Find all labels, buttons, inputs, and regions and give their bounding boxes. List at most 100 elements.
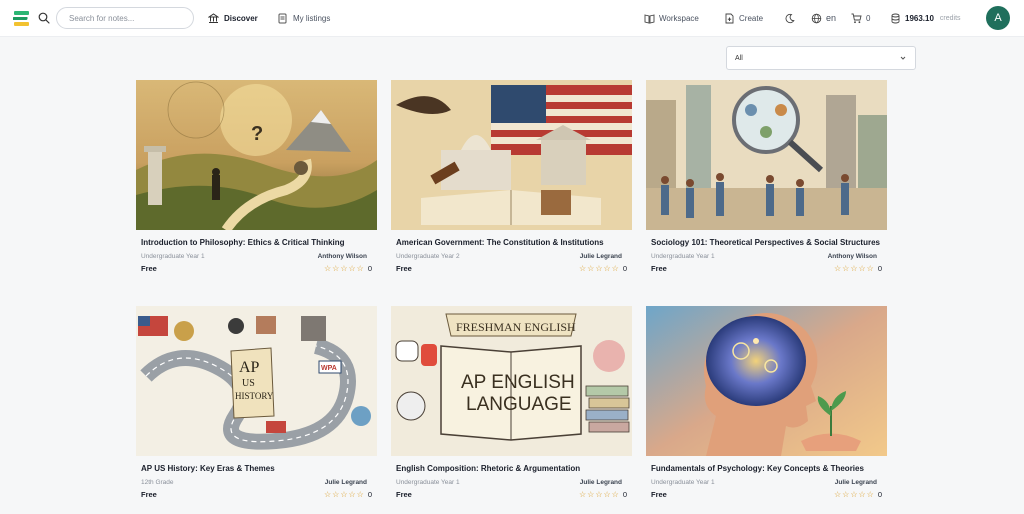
listing-card[interactable]: American Government: The Constitution & … [391, 80, 632, 273]
rating-count: 0 [622, 264, 627, 273]
category-filter-select[interactable]: All [726, 46, 916, 70]
credits-value: 1963.10 [905, 13, 934, 23]
card-title: AP US History: Key Eras & Themes [141, 464, 275, 473]
star-icon: ☆ [587, 263, 595, 273]
file-plus-icon [725, 13, 734, 23]
card-level: Undergraduate Year 1 [651, 479, 715, 486]
card-price: Free [651, 264, 667, 273]
star-icon: ☆ [595, 263, 603, 273]
star-icon: ☆ [842, 489, 850, 499]
image-text-us: US [242, 378, 255, 389]
credits-label: credits [939, 14, 961, 22]
workspace-button[interactable]: Workspace [644, 11, 699, 25]
create-label: Create [739, 13, 764, 23]
image-text-history: HISTORY [235, 391, 274, 401]
image-text-wpa: WPA [321, 365, 337, 372]
nav-discover-label: Discover [224, 13, 258, 23]
listing-card[interactable]: Sociology 101: Theoretical Perspectives … [646, 80, 887, 273]
chevron-down-icon [900, 56, 906, 60]
card-level: Undergraduate Year 1 [396, 479, 460, 486]
star-icon: ☆ [833, 489, 842, 499]
rating-count: 0 [622, 490, 627, 499]
star-icon: ☆ [578, 263, 587, 273]
philosophy-illustration: ? [136, 80, 377, 230]
star-icon: ☆ [340, 263, 348, 273]
card-price: Free [651, 490, 667, 499]
database-icon [891, 13, 900, 23]
card-rating: ☆ ☆ ☆ ☆ ☆ 0 [834, 490, 882, 499]
rating-count: 0 [367, 490, 372, 499]
listing-card[interactable]: ? Introduction to Philosophy: Ethics & C… [136, 80, 377, 273]
star-icon: ☆ [611, 263, 619, 273]
card-author[interactable]: Julie Legrand [580, 253, 622, 260]
nav-my-listings[interactable]: My listings [277, 11, 330, 25]
image-text-ap-english: AP ENGLISH [461, 372, 575, 393]
bank-icon [208, 12, 219, 23]
star-icon: ☆ [833, 263, 842, 273]
card-title: Fundamentals of Psychology: Key Concepts… [651, 464, 864, 473]
card-level: Undergraduate Year 1 [651, 253, 715, 260]
star-icon: ☆ [850, 263, 858, 273]
card-rating: ☆ ☆ ☆ ☆ ☆ 0 [324, 264, 372, 273]
document-icon [278, 13, 287, 23]
card-rating: ☆ ☆ ☆ ☆ ☆ 0 [324, 490, 372, 499]
star-icon: ☆ [340, 489, 348, 499]
star-rating-icons: ☆ ☆ ☆ ☆ ☆ [323, 489, 364, 499]
card-level: Undergraduate Year 1 [141, 253, 205, 260]
card-title: Introduction to Philosophy: Ethics & Cri… [141, 238, 345, 247]
card-author[interactable]: Julie Legrand [325, 479, 367, 486]
star-icon: ☆ [356, 263, 364, 273]
star-icon: ☆ [348, 263, 356, 273]
star-icon: ☆ [587, 489, 595, 499]
card-rating: ☆ ☆ ☆ ☆ ☆ 0 [579, 490, 627, 499]
moon-icon [785, 13, 795, 23]
star-rating-icons: ☆ ☆ ☆ ☆ ☆ [578, 263, 619, 273]
star-icon: ☆ [332, 263, 340, 273]
star-rating-icons: ☆ ☆ ☆ ☆ ☆ [323, 263, 364, 273]
star-icon: ☆ [323, 263, 332, 273]
listing-card[interactable]: AP US HISTORY WPA AP US History: Key Era… [136, 306, 377, 499]
card-price: Free [141, 490, 157, 499]
card-level: Undergraduate Year 2 [396, 253, 460, 260]
language-selector[interactable]: en [811, 11, 836, 25]
star-icon: ☆ [323, 489, 332, 499]
app-logo[interactable] [13, 10, 30, 27]
card-price: Free [396, 490, 412, 499]
american-government-illustration [391, 80, 632, 230]
star-rating-icons: ☆ ☆ ☆ ☆ ☆ [833, 489, 874, 499]
search-icon[interactable] [38, 12, 50, 24]
cart-button[interactable]: 0 [851, 11, 870, 25]
ap-us-history-illustration: AP US HISTORY WPA [136, 306, 377, 456]
card-price: Free [141, 264, 157, 273]
psychology-illustration [646, 306, 887, 456]
sociology-illustration [646, 80, 887, 230]
card-author[interactable]: Julie Legrand [835, 479, 877, 486]
cart-count: 0 [866, 13, 871, 23]
avatar[interactable]: A [986, 6, 1010, 30]
star-icon: ☆ [611, 489, 619, 499]
card-title: English Composition: Rhetoric & Argument… [396, 464, 581, 473]
top-bar: Discover My listings Workspace Create [0, 0, 1024, 37]
star-icon: ☆ [356, 489, 364, 499]
globe-icon [811, 13, 822, 23]
search-input[interactable] [56, 7, 194, 29]
star-rating-icons: ☆ ☆ ☆ ☆ ☆ [833, 263, 874, 273]
star-icon: ☆ [348, 489, 356, 499]
rating-count: 0 [877, 264, 882, 273]
theme-toggle[interactable] [784, 11, 795, 25]
listing-card[interactable]: FRESHMAN ENGLISH AP ENGLISH LANGUAGE Eng… [391, 306, 632, 499]
search-bar [38, 7, 194, 29]
filter-selected-value: All [735, 54, 743, 62]
create-button[interactable]: Create [724, 11, 763, 25]
nav-discover[interactable]: Discover [208, 11, 258, 25]
card-author[interactable]: Julie Legrand [580, 479, 622, 486]
card-author[interactable]: Anthony Wilson [318, 253, 367, 260]
credits-display[interactable]: 1963.10 credits [890, 11, 961, 25]
rating-count: 0 [367, 264, 372, 273]
listing-card[interactable]: Fundamentals of Psychology: Key Concepts… [646, 306, 887, 499]
star-icon: ☆ [858, 263, 866, 273]
card-author[interactable]: Anthony Wilson [828, 253, 877, 260]
image-text-freshman-english: FRESHMAN ENGLISH [456, 320, 576, 334]
language-label: en [826, 13, 837, 23]
svg-text:?: ? [251, 123, 263, 145]
